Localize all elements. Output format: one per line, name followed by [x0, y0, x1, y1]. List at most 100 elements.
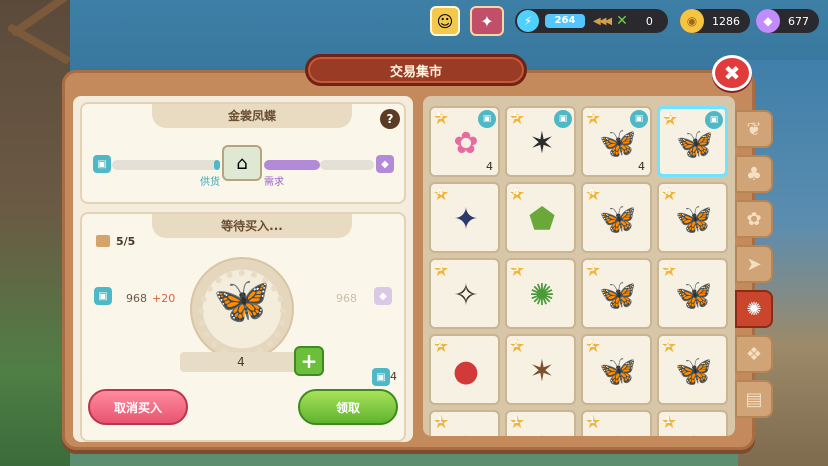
tab-wheat[interactable]: ❦	[735, 110, 773, 148]
demand-price-icon: ◆	[374, 287, 392, 305]
demand-label: 需求	[264, 177, 284, 188]
item-slot[interactable]: ★ 2 ✶	[505, 334, 576, 405]
player-avatar[interactable]: ☺	[430, 6, 460, 36]
supply-track	[112, 160, 220, 170]
tab-shell[interactable]: ❖	[735, 335, 773, 373]
gem-value: 677	[788, 14, 809, 28]
energy-bar[interactable]: ⚡ 264 ◀◀◀ ✕ 0	[515, 9, 668, 33]
star-level: 2	[513, 340, 520, 350]
price-change: +20	[152, 292, 176, 305]
item-slot[interactable]: ★ 2 🦋	[657, 334, 728, 405]
item-slot[interactable]: ★1✦	[657, 410, 728, 436]
luna-moth-icon: 🦋	[675, 201, 713, 237]
star-level: 4	[665, 188, 672, 198]
rhino-beetle-icon: ✦	[453, 201, 479, 237]
cricket-icon: ✶	[529, 353, 555, 389]
yellow-butterfly-icon: 🦋	[675, 353, 713, 389]
item-slot[interactable]: ★1✦	[505, 410, 576, 436]
food-icon: ✕	[616, 13, 628, 29]
supply-fill	[214, 160, 220, 170]
white-butterfly-icon: 🦋	[599, 353, 637, 389]
tab-fish[interactable]: ➤	[735, 245, 773, 283]
item-slot[interactable]: ★ 3 🦋	[657, 258, 728, 329]
item-slot[interactable]: ★ 5 ▣ 🦋 4	[581, 106, 652, 177]
cancel-purchase-button[interactable]: 取消买入	[88, 389, 188, 425]
arrows-icon: ◀◀◀	[593, 15, 612, 27]
monarch-butterfly-icon: 🦋	[599, 201, 637, 237]
bug-icon: ✦	[521, 426, 563, 437]
item-grid-panel: ★ 5 ▣ ✿ 4 ★ 5 ▣ ✶ ★ 5 ▣ 🦋 4 ★ 5 ▣ 🦋 ★ 4 ✦ ★ 4 ⬟ ★ 4 🦋 ★ 4 🦋 ★ 3 ✧ ★ 3 ✺ ★ 3 🦋 ★…	[423, 96, 735, 436]
crop-icon: ♣	[745, 163, 763, 185]
star-level: 5	[666, 113, 673, 123]
gift-button[interactable]: ✦	[470, 6, 504, 36]
blue-butterfly-icon: 🦋	[599, 277, 637, 313]
tab-beetle[interactable]: ✺	[735, 290, 773, 328]
item-quantity: 4	[638, 160, 645, 173]
item-slot[interactable]: ★ 5 ▣ ✶	[505, 106, 576, 177]
claim-button[interactable]: 领取	[298, 389, 398, 425]
increase-quantity-button[interactable]: +	[294, 346, 324, 376]
energy-value: 264	[545, 14, 585, 28]
window-title: 交易集市	[305, 54, 527, 86]
energy-icon: ⚡	[517, 10, 539, 32]
star-level: 5	[437, 112, 444, 122]
star-level: 4	[513, 188, 520, 198]
tab-crop[interactable]: ♣	[735, 155, 773, 193]
item-slot[interactable]: ★1✦	[429, 410, 500, 436]
item-slot[interactable]: ★1✦	[581, 410, 652, 436]
item-slot[interactable]: ★ 4 ✦	[429, 182, 500, 253]
owned-icon: ▣	[372, 368, 390, 386]
supply-icon: ▣	[93, 155, 111, 173]
quantity-input[interactable]: 4	[180, 352, 302, 372]
fish-icon: ➤	[746, 253, 762, 275]
bug-icon: ✦	[673, 426, 715, 437]
star-level: 2	[437, 340, 444, 350]
stag-beetle-icon: ✶	[529, 125, 555, 161]
demand-track	[320, 160, 374, 170]
item-slot[interactable]: ★ 4 🦋	[657, 182, 728, 253]
item-quantity: 4	[486, 160, 493, 173]
green-butterfly-icon: 🦋	[675, 277, 713, 313]
item-slot[interactable]: ★ 4 🦋	[581, 182, 652, 253]
star-level: 3	[437, 264, 444, 274]
gem-counter[interactable]: ◆ 677	[756, 9, 819, 33]
gold-butterfly-icon: 🦋	[213, 273, 271, 327]
ladybug-icon: ●	[452, 353, 480, 389]
coin-icon: ◉	[680, 9, 704, 33]
star-level: 1	[437, 416, 444, 426]
tab-misc[interactable]: ▤	[735, 380, 773, 418]
gem-icon: ◆	[756, 9, 780, 33]
item-slot[interactable]: ★ 4 ⬟	[505, 182, 576, 253]
star-level: 5	[513, 112, 520, 122]
item-slot[interactable]: ★ 3 ✧	[429, 258, 500, 329]
orchid-icon: ✿	[453, 125, 479, 161]
close-button[interactable]: ✖	[712, 55, 752, 91]
item-slot[interactable]: ★ 5 ▣ 🦋	[657, 106, 728, 177]
help-button[interactable]: ?	[380, 109, 400, 129]
coin-counter[interactable]: ◉ 1286	[680, 9, 750, 33]
demand-fill	[264, 160, 320, 170]
item-slot[interactable]: ★ 2 ●	[429, 334, 500, 405]
bug-icon: ✦	[597, 426, 639, 437]
shield-bug-icon: ⬟	[528, 201, 556, 237]
supply-label: 供货	[200, 177, 220, 188]
beetle-icon: ✺	[746, 298, 762, 320]
misc-icon: ▤	[745, 388, 763, 410]
plus-icon: +	[300, 349, 318, 373]
book-icon	[96, 235, 110, 247]
item-slot[interactable]: ★ 3 ✺	[505, 258, 576, 329]
item-slot[interactable]: ★ 5 ▣ ✿ 4	[429, 106, 500, 177]
item-slot[interactable]: ★ 2 🦋	[581, 334, 652, 405]
star-level: 1	[513, 416, 520, 426]
item-slot[interactable]: ★ 3 🦋	[581, 258, 652, 329]
close-icon: ✖	[723, 61, 741, 85]
tab-flower[interactable]: ✿	[735, 200, 773, 238]
star-level: 4	[589, 188, 596, 198]
bug-icon: ✦	[445, 426, 487, 437]
waiting-title: 等待买入...	[152, 214, 352, 238]
current-price: 968	[126, 292, 147, 305]
flower-icon: ✿	[746, 208, 762, 230]
item-name: 金裳凤蝶	[152, 104, 352, 128]
scarab-beetle-icon: ✺	[529, 277, 555, 313]
target-price: 968	[336, 292, 357, 305]
